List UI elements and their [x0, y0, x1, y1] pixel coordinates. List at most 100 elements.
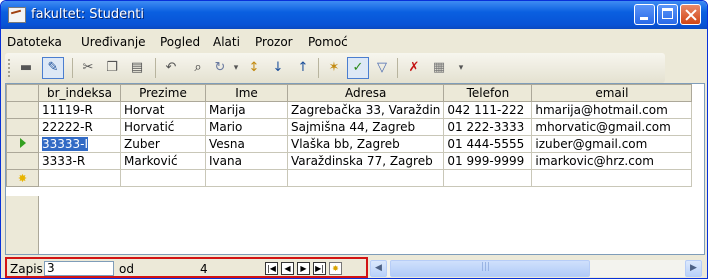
toolbar-separator	[318, 58, 319, 78]
sort-ascending-icon[interactable]: ↓	[269, 59, 287, 77]
toolbar-separator	[397, 58, 398, 78]
new-record-icon: ✸	[17, 172, 28, 185]
column-header[interactable]: Prezime	[120, 84, 206, 102]
table-cell[interactable]	[205, 169, 288, 187]
scroll-left-icon[interactable]: ◀	[370, 260, 387, 277]
scroll-thumb[interactable]	[390, 260, 590, 277]
table-cell[interactable]: Zuber	[120, 135, 206, 153]
selected-cell-text[interactable]: 33333-I	[42, 137, 89, 151]
table-cell[interactable]: Vesna	[205, 135, 288, 153]
last-record-button[interactable]: ▶|	[313, 262, 326, 275]
table-cell[interactable]: 01 444-5555	[443, 135, 533, 153]
table-cell[interactable]	[38, 169, 121, 187]
column-header[interactable]: Telefon	[443, 84, 533, 102]
total-records: 4	[200, 262, 208, 276]
filter-icon[interactable]: ▽	[373, 59, 391, 77]
table-cell[interactable]	[120, 169, 206, 187]
table-cell[interactable]: Zagrebačka 33, Varaždin	[286, 101, 445, 119]
of-label: od	[119, 262, 134, 276]
column-header[interactable]: Ime	[205, 84, 288, 102]
table-cell[interactable]: Varaždinska 77, Zagreb	[286, 152, 445, 170]
table-icon	[8, 7, 26, 23]
table-cell[interactable]	[443, 169, 533, 187]
copy-icon[interactable]: ❐	[103, 59, 121, 77]
menu-pogled[interactable]: Pogled	[160, 35, 200, 49]
table-cell[interactable]: 042 111-222	[443, 101, 533, 119]
table-row[interactable]: 11119-R Horvat Marija Zagrebačka 33, Var…	[6, 101, 693, 119]
next-record-button[interactable]: ▶	[297, 262, 310, 275]
horizontal-scrollbar[interactable]: ◀ ▶	[370, 260, 702, 277]
datasheet-grid: br_indeksa Prezime Ime Adresa Telefon em…	[5, 83, 705, 255]
table-cell[interactable]: hmarija@hotmail.com	[531, 101, 693, 119]
new-record-row[interactable]: ✸	[6, 169, 693, 187]
first-record-button[interactable]: |◀	[265, 262, 278, 275]
record-navigator: Zapis 3 od 4 |◀ ◀ ▶ ▶| ✸	[5, 257, 368, 278]
toolbar-grip[interactable]	[8, 59, 13, 77]
chevron-down-icon[interactable]: ▾	[452, 59, 470, 77]
menu-datoteka[interactable]: Datoteka	[7, 35, 62, 49]
current-record-icon	[19, 138, 26, 148]
table-cell[interactable]: Ivana	[205, 152, 288, 170]
table-cell[interactable]: 01 222-3333	[443, 118, 533, 136]
paste-icon[interactable]: ▤	[128, 59, 146, 77]
new-object-icon[interactable]: ▦	[430, 59, 448, 77]
table-cell[interactable]: 11119-R	[38, 101, 121, 119]
scroll-right-icon[interactable]: ▶	[685, 260, 702, 277]
table-cell[interactable]: Vlaška bb, Zagreb	[286, 135, 445, 153]
table-cell[interactable]: mhorvatic@gmail.com	[531, 118, 693, 136]
new-record-button[interactable]: ✸	[329, 262, 342, 275]
table-row-current[interactable]: 33333-I Zuber Vesna Vlaška bb, Zagreb 01…	[6, 135, 693, 153]
column-header[interactable]: Adresa	[286, 84, 445, 102]
title-bar[interactable]: fakultet: Studenti	[1, 1, 707, 29]
table-cell[interactable]: Horvat	[120, 101, 206, 119]
column-header[interactable]: br_indeksa	[38, 84, 121, 102]
table-cell[interactable]: 33333-I	[38, 135, 121, 153]
minimize-button[interactable]	[634, 4, 655, 25]
sort-icon[interactable]: ↕	[245, 59, 263, 77]
menu-bar: Datoteka Uređivanje Pogled Alati Prozor …	[1, 29, 707, 53]
maximize-button[interactable]	[657, 4, 678, 25]
undo-icon[interactable]: ↶	[162, 59, 180, 77]
table-cell[interactable]: imarkovic@hrz.com	[531, 152, 693, 170]
menu-uredivanje[interactable]: Uređivanje	[81, 35, 146, 49]
find-icon[interactable]: ⌕	[189, 59, 207, 77]
record-number-field[interactable]: 3	[44, 261, 114, 276]
table-cell[interactable]: Marija	[205, 101, 288, 119]
row-selector-column	[6, 196, 39, 254]
delete-record-icon[interactable]: ✗	[405, 59, 423, 77]
chevron-down-icon[interactable]: ▾	[227, 59, 245, 77]
table-cell[interactable]: Marković	[120, 152, 206, 170]
row-selector[interactable]: ✸	[6, 169, 39, 187]
row-selector[interactable]	[6, 101, 39, 119]
previous-record-button[interactable]: ◀	[281, 262, 294, 275]
row-selector[interactable]	[6, 152, 39, 170]
design-icon: ✎	[47, 60, 59, 75]
toolbar-separator	[72, 58, 73, 78]
table-cell[interactable]: Sajmišna 44, Zagreb	[286, 118, 445, 136]
record-label: Zapis	[10, 262, 43, 276]
table-cell[interactable]	[286, 169, 445, 187]
menu-alati[interactable]: Alati	[213, 35, 240, 49]
table-cell[interactable]: 01 999-9999	[443, 152, 533, 170]
table-row[interactable]: 22222-R Horvatić Mario Sajmišna 44, Zagr…	[6, 118, 693, 136]
row-selector[interactable]	[6, 118, 39, 136]
toolbar-separator	[155, 58, 156, 78]
close-button[interactable]	[680, 4, 701, 25]
table-cell[interactable]: 22222-R	[38, 118, 121, 136]
filter-selection-icon[interactable]: ✶	[325, 59, 343, 77]
table-cell[interactable]: Mario	[205, 118, 288, 136]
menu-pomoc[interactable]: Pomoć	[308, 35, 348, 49]
table-cell[interactable]	[531, 169, 693, 187]
menu-prozor[interactable]: Prozor	[255, 35, 293, 49]
row-selector-header[interactable]	[6, 84, 39, 102]
table-cell[interactable]: 3333-R	[38, 152, 121, 170]
table-cell[interactable]: Horvatić	[120, 118, 206, 136]
table-cell[interactable]: izuber@gmail.com	[531, 135, 693, 153]
sort-descending-icon[interactable]: ↑	[294, 59, 312, 77]
window-title: fakultet: Studenti	[31, 7, 145, 22]
cut-icon[interactable]: ✂	[79, 59, 97, 77]
column-header[interactable]: email	[531, 84, 693, 102]
table-row[interactable]: 3333-R Marković Ivana Varaždinska 77, Za…	[6, 152, 693, 170]
row-selector[interactable]	[6, 135, 39, 153]
view-icon[interactable]: ▬	[17, 59, 35, 77]
